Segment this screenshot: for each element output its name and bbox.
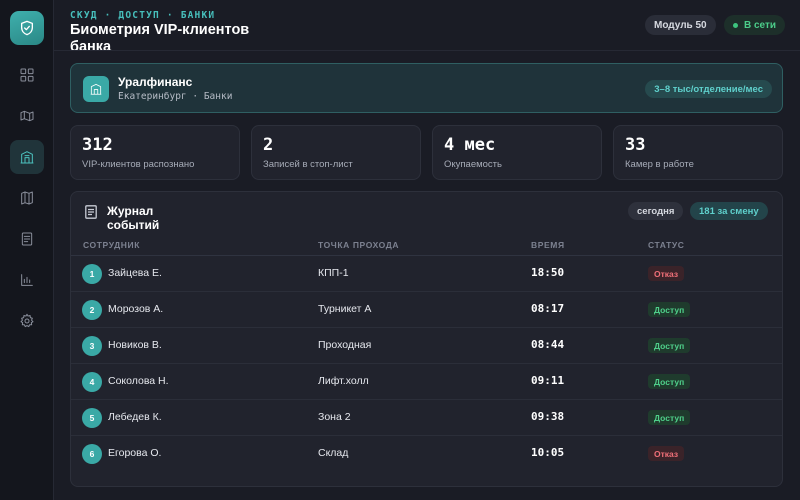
gear-icon: [20, 313, 34, 328]
row-number-badge: 2: [82, 300, 102, 320]
module-badge: Модуль 50: [645, 15, 716, 35]
stat-label: VIP-клиентов распознано: [82, 159, 195, 170]
journal-title: Журнал событий: [107, 204, 160, 232]
row-number-badge: 4: [82, 372, 102, 392]
stat-value: 312: [82, 135, 113, 155]
org-name: Уралфинанс: [118, 75, 193, 89]
table-row[interactable]: 4 Соколова Н. Лифт.холл 09:11 Доступ: [71, 364, 782, 400]
table-row[interactable]: 5 Лебедев К. Зона 2 09:38 Доступ: [71, 400, 782, 436]
organization-card: Уралфинанс Екатеринбург · Банки 3–8 тыс/…: [70, 63, 783, 113]
access-point: Проходная: [318, 339, 372, 351]
status-badge: Доступ: [648, 410, 691, 425]
stat-card-stoplist: 2 Записей в стоп-лист: [251, 125, 421, 180]
document-icon: [21, 232, 33, 246]
filter-today-button[interactable]: сегодня: [628, 202, 684, 220]
stat-label: Записей в стоп-лист: [263, 159, 353, 170]
event-time: 08:17: [531, 302, 565, 315]
sidebar-item-banks[interactable]: [10, 140, 44, 174]
table-row[interactable]: 2 Морозов А. Турникет А 08:17 Доступ: [71, 292, 782, 328]
table-row[interactable]: 1 Зайцева Е. КПП-1 18:50 Отказ: [71, 256, 782, 292]
shield-check-icon: [21, 20, 33, 36]
stat-value: 2: [263, 135, 274, 155]
sidebar-item-reports[interactable]: [10, 222, 44, 256]
employee-name: Зайцева Е.: [108, 267, 162, 279]
column-header-time: ВРЕМЯ: [531, 240, 565, 250]
employee-name: Егорова О.: [108, 447, 162, 459]
map-icon: [20, 110, 34, 122]
stat-card-cameras: 33 Камер в работе: [613, 125, 783, 180]
org-rate-badge: 3–8 тыс/отделение/мес: [645, 80, 772, 98]
stat-card-payback: 4 мес Окупаемость: [432, 125, 602, 180]
status-badge: Отказ: [648, 266, 685, 281]
chart-icon: [21, 274, 33, 286]
table-row[interactable]: 3 Новиков В. Проходная 08:44 Доступ: [71, 328, 782, 364]
access-point: Склад: [318, 447, 349, 459]
stat-card-vip-recognized: 312 VIP-клиентов распознано: [70, 125, 240, 180]
event-time: 10:05: [531, 446, 565, 459]
event-time: 08:44: [531, 338, 565, 351]
stat-value: 4 мес: [444, 135, 496, 155]
org-separator: ·: [192, 91, 204, 102]
event-time: 18:50: [531, 266, 565, 279]
header-divider: [54, 50, 800, 51]
status-badge: Отказ: [648, 446, 685, 461]
row-number-badge: 3: [82, 336, 102, 356]
sidebar-item-dashboard[interactable]: [10, 58, 44, 92]
book-map-icon: [21, 191, 33, 205]
online-status-label: В сети: [744, 19, 777, 31]
sidebar-item-analytics[interactable]: [10, 263, 44, 297]
row-number-badge: 5: [82, 408, 102, 428]
access-point: Турникет А: [318, 303, 372, 315]
column-header-employee: СОТРУДНИК: [83, 240, 141, 250]
shift-count-badge: 181 за смену: [690, 202, 768, 220]
online-status-badge: В сети: [724, 15, 786, 35]
sidebar-item-settings[interactable]: [10, 304, 44, 338]
column-header-point: ТОЧКА ПРОХОДА: [318, 240, 400, 250]
column-header-status: СТАТУС: [648, 240, 685, 250]
bank-icon: [20, 151, 34, 164]
org-location: Екатеринбург · Банки: [118, 91, 232, 102]
access-point: Зона 2: [318, 411, 351, 423]
employee-name: Соколова Н.: [108, 375, 169, 387]
employee-name: Морозов А.: [108, 303, 164, 315]
row-number-badge: 1: [82, 264, 102, 284]
status-badge: Доступ: [648, 302, 691, 317]
org-bank-icon: [83, 76, 109, 102]
sidebar-item-map[interactable]: [10, 99, 44, 133]
access-point: Лифт.холл: [318, 375, 369, 387]
app-logo[interactable]: [10, 11, 44, 45]
sidebar: [0, 0, 54, 500]
org-sector: Банки: [203, 91, 233, 102]
stat-label: Окупаемость: [444, 159, 502, 170]
sidebar-item-atlas[interactable]: [10, 181, 44, 215]
journal-document-icon: [85, 205, 97, 219]
stat-value: 33: [625, 135, 646, 155]
event-time: 09:11: [531, 374, 565, 387]
org-city: Екатеринбург: [118, 91, 187, 102]
breadcrumb: СКУД · ДОСТУП · БАНКИ: [70, 10, 216, 21]
event-time: 09:38: [531, 410, 565, 423]
stat-label: Камер в работе: [625, 159, 694, 170]
online-dot-icon: [733, 22, 738, 28]
status-badge: Доступ: [648, 374, 691, 389]
row-number-badge: 6: [82, 444, 102, 464]
event-journal-panel: Журнал событий сегодня 181 за смену СОТР…: [70, 191, 783, 487]
table-row[interactable]: 6 Егорова О. Склад 10:05 Отказ: [71, 436, 782, 472]
status-badge: Доступ: [648, 338, 691, 353]
employee-name: Новиков В.: [108, 339, 162, 351]
access-point: КПП-1: [318, 267, 349, 279]
employee-name: Лебедев К.: [108, 411, 162, 423]
dashboard-icon: [20, 68, 34, 82]
